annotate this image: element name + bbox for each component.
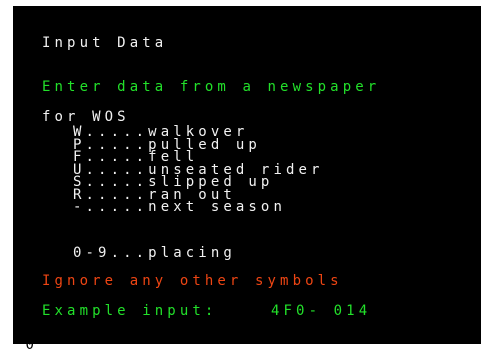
example-label: Example input: [42, 303, 218, 319]
input-line[interactable]: "0" [13, 344, 481, 358]
section-label: for WOS [42, 109, 130, 125]
warning-text: Ignore any other symbols [42, 273, 343, 289]
game-screen: Input Data Enter data from a newspaper f… [13, 6, 481, 344]
placing-legend: 0-9...placing [73, 245, 236, 261]
input-echo: "0" [13, 344, 51, 353]
instruction-text: Enter data from a newspaper [42, 79, 381, 95]
example-value: 4F0- 014 [271, 303, 372, 319]
screen-title: Input Data [42, 35, 168, 51]
symbol-legend: W.....walkover P.....pulled up F.....fel… [73, 125, 324, 215]
legend-item-next-season: -.....next season [73, 199, 286, 215]
